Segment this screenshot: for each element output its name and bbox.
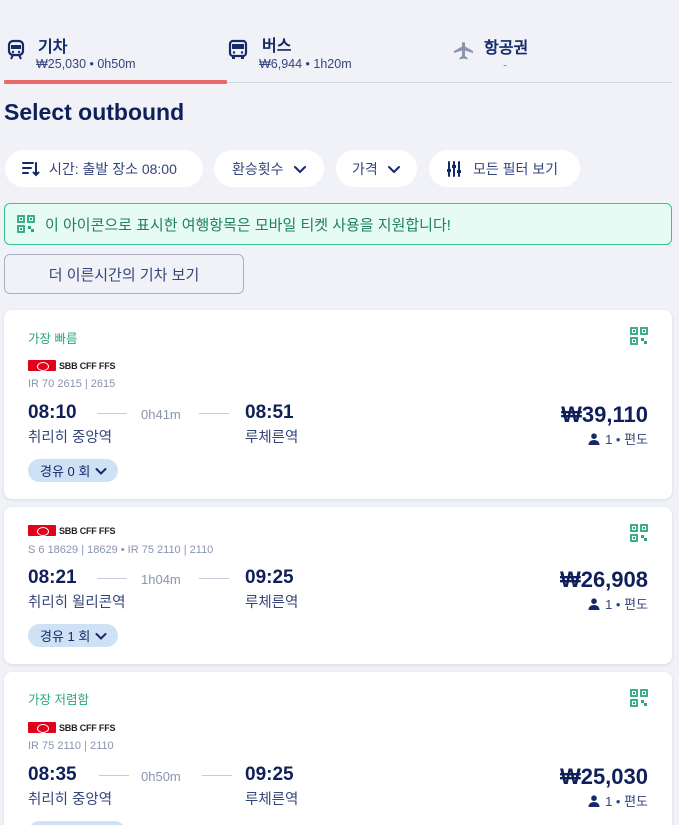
tab-bus-summary: ₩6,944 • 1h20m bbox=[259, 57, 352, 71]
price: ₩26,908 bbox=[559, 567, 648, 592]
departure-time: 08:35 bbox=[28, 764, 77, 785]
transfers-filter-label: 환승횟수 bbox=[232, 160, 284, 177]
departure-station: 취리히 욀리콘역 bbox=[28, 595, 126, 611]
arrival-time: 09:25 bbox=[245, 567, 294, 588]
departure-station: 취리히 중앙역 bbox=[28, 792, 113, 808]
mobile-ticket-notice-text: 이 아이콘으로 표시한 여행항목은 모바일 티켓 사용을 지원합니다! bbox=[45, 216, 451, 234]
page-title: Select outbound bbox=[4, 99, 185, 125]
arrival-station: 루체른역 bbox=[245, 430, 299, 446]
route-line bbox=[199, 413, 229, 414]
stops-label: 경유 1 회 bbox=[40, 629, 91, 644]
duration: 1h04m bbox=[141, 572, 181, 587]
person-icon bbox=[588, 597, 600, 610]
operator-logo: SBB CFF FFS bbox=[28, 360, 115, 371]
sliders-icon bbox=[447, 160, 461, 177]
result-card[interactable]: 가장 저렴함 SBB CFF FFS IR 75 2110 | 2110 08:… bbox=[4, 672, 672, 825]
sbb-logo-icon bbox=[28, 722, 56, 733]
chevron-down-icon bbox=[387, 165, 400, 173]
train-number: IR 70 2615 | 2615 bbox=[28, 378, 116, 390]
price: ₩25,030 bbox=[559, 764, 648, 789]
time-filter-chip[interactable]: 시간: 출발 장소 08:00 bbox=[5, 150, 203, 187]
all-filters-chip[interactable]: 모든 필터 보기 bbox=[429, 150, 580, 187]
transfers-filter-chip[interactable]: 환승횟수 bbox=[214, 150, 324, 187]
mobile-ticket-notice: 이 아이콘으로 표시한 여행항목은 모바일 티켓 사용을 지원합니다! bbox=[4, 203, 672, 245]
operator-name: SBB CFF FFS bbox=[59, 360, 116, 371]
tab-flight[interactable]: 항공권 - bbox=[448, 28, 672, 82]
earlier-trains-button[interactable]: 더 이른시간의 기차 보기 bbox=[4, 254, 244, 294]
qr-code-icon bbox=[630, 327, 648, 345]
arrival-station: 루체른역 bbox=[245, 595, 299, 611]
tab-bus-label: 버스 bbox=[262, 38, 292, 55]
active-tab-indicator bbox=[4, 80, 227, 84]
train-number: S 6 18629 | 18629 • IR 75 2110 | 2110 bbox=[28, 544, 214, 556]
operator-name: SBB CFF FFS bbox=[59, 722, 116, 733]
person-icon bbox=[588, 794, 600, 807]
tab-train[interactable]: 기차 ₩25,030 • 0h50m bbox=[4, 28, 227, 84]
transport-tabs: 기차 ₩25,030 • 0h50m 버스 ₩6,944 • 1h20m 항공권… bbox=[4, 28, 672, 84]
chevron-down-icon bbox=[95, 467, 107, 475]
price: ₩39,110 bbox=[561, 402, 648, 427]
result-card[interactable]: SBB CFF FFS S 6 18629 | 18629 • IR 75 21… bbox=[4, 507, 672, 664]
stops-toggle[interactable]: 경유 0 회 bbox=[28, 459, 119, 482]
route-line bbox=[199, 578, 229, 579]
route-line bbox=[97, 413, 127, 414]
chevron-down-icon bbox=[293, 165, 306, 173]
stops-toggle[interactable]: 경유 1 회 bbox=[28, 624, 119, 647]
departure-time: 08:21 bbox=[28, 567, 77, 588]
stops-label: 경유 0 회 bbox=[40, 464, 91, 479]
person-icon bbox=[588, 432, 600, 445]
route-line bbox=[97, 578, 127, 579]
bus-icon bbox=[228, 39, 248, 59]
passenger-info: 1 • 편도 bbox=[588, 594, 648, 613]
route-line bbox=[202, 775, 232, 776]
arrival-time: 08:51 bbox=[245, 402, 294, 423]
arrival-time: 09:25 bbox=[245, 764, 294, 785]
operator-logo: SBB CFF FFS bbox=[28, 525, 115, 536]
tab-train-summary: ₩25,030 • 0h50m bbox=[36, 57, 136, 71]
airplane-icon bbox=[454, 42, 473, 60]
tab-train-label: 기차 bbox=[38, 39, 68, 56]
all-filters-label: 모든 필터 보기 bbox=[473, 160, 559, 177]
sbb-logo-icon bbox=[28, 360, 56, 371]
route-line bbox=[99, 775, 129, 776]
duration: 0h50m bbox=[141, 769, 181, 784]
passenger-count: 1 • 편도 bbox=[605, 597, 648, 612]
tab-bus[interactable]: 버스 ₩6,944 • 1h20m bbox=[226, 28, 446, 82]
operator-name: SBB CFF FFS bbox=[59, 525, 116, 536]
qr-code-icon bbox=[630, 689, 648, 707]
stops-toggle[interactable] bbox=[28, 821, 126, 825]
passenger-info: 1 • 편도 bbox=[588, 791, 648, 810]
price-filter-chip[interactable]: 가격 bbox=[336, 150, 417, 187]
duration: 0h41m bbox=[141, 407, 181, 422]
result-card[interactable]: 가장 빠름 SBB CFF FFS IR 70 2615 | 2615 08:1… bbox=[4, 310, 672, 499]
tab-flight-summary: - bbox=[503, 58, 508, 72]
departure-time: 08:10 bbox=[28, 402, 77, 423]
qr-code-icon bbox=[630, 524, 648, 542]
departure-station: 취리히 중앙역 bbox=[28, 430, 113, 446]
tab-flight-label: 항공권 bbox=[484, 40, 529, 57]
cheapest-badge: 가장 저렴함 bbox=[28, 693, 89, 707]
price-filter-label: 가격 bbox=[352, 160, 378, 177]
operator-logo: SBB CFF FFS bbox=[28, 722, 115, 733]
sort-icon bbox=[22, 161, 40, 176]
arrival-station: 루체른역 bbox=[245, 792, 299, 808]
sbb-logo-icon bbox=[28, 525, 56, 536]
passenger-count: 1 • 편도 bbox=[605, 432, 648, 447]
train-icon bbox=[7, 39, 25, 60]
time-filter-label: 시간: 출발 장소 08:00 bbox=[49, 160, 177, 177]
chevron-down-icon bbox=[95, 632, 107, 640]
train-number: IR 75 2110 | 2110 bbox=[28, 740, 114, 752]
qr-code-icon bbox=[17, 215, 35, 233]
passenger-count: 1 • 편도 bbox=[605, 794, 648, 809]
passenger-info: 1 • 편도 bbox=[588, 429, 648, 448]
fastest-badge: 가장 빠름 bbox=[28, 332, 78, 346]
